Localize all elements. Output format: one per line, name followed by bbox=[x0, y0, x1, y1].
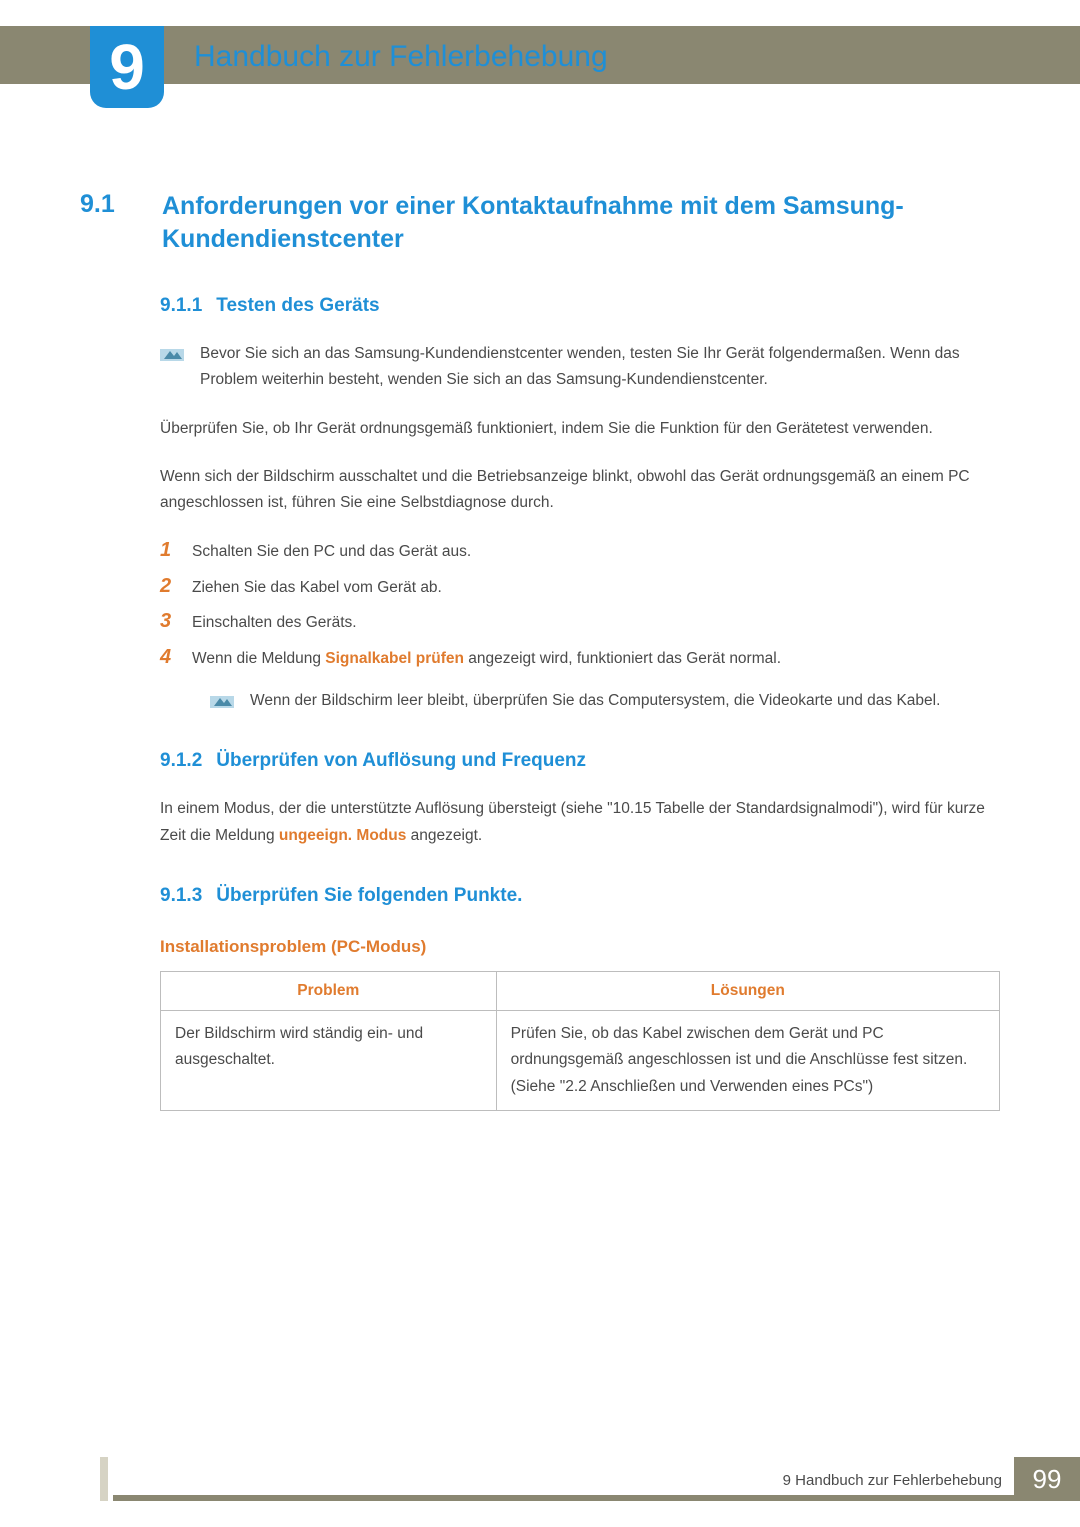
page-number: 99 bbox=[1014, 1457, 1080, 1501]
page-footer: 9 Handbuch zur Fehlerbehebung 99 bbox=[0, 1457, 1080, 1501]
subsection-number: 9.1.3 bbox=[160, 885, 202, 907]
subsection-heading: 9.1.3 Überprüfen Sie folgenden Punkte. bbox=[160, 885, 1000, 907]
chapter-title: Handbuch zur Fehlerbehebung bbox=[194, 40, 608, 74]
body-paragraph: Überprüfen Sie, ob Ihr Gerät ordnungsgem… bbox=[160, 416, 1000, 442]
note-text: Bevor Sie sich an das Samsung-Kundendien… bbox=[200, 341, 1000, 394]
topic-label: Installationsproblem (PC-Modus) bbox=[160, 937, 1000, 957]
highlighted-term: ungeeign. Modus bbox=[279, 827, 406, 844]
subsection-heading: 9.1.2 Überprüfen von Auflösung und Frequ… bbox=[160, 750, 1000, 772]
table-cell-solution: Prüfen Sie, ob das Kabel zwischen dem Ge… bbox=[496, 1010, 999, 1110]
note-block: Bevor Sie sich an das Samsung-Kundendien… bbox=[160, 341, 1000, 394]
step-number: 1 bbox=[160, 539, 176, 562]
subsection-title: Testen des Geräts bbox=[216, 295, 379, 317]
step-item: 4 Wenn die Meldung Signalkabel prüfen an… bbox=[160, 646, 1000, 672]
step-text-part: Wenn die Meldung bbox=[192, 650, 325, 667]
step-item: 2 Ziehen Sie das Kabel vom Gerät ab. bbox=[160, 575, 1000, 601]
table-header-row: Problem Lösungen bbox=[161, 971, 1000, 1010]
note-icon bbox=[210, 690, 234, 714]
step-text: Ziehen Sie das Kabel vom Gerät ab. bbox=[192, 576, 442, 601]
chapter-number: 9 bbox=[109, 35, 145, 99]
note-block: Wenn der Bildschirm leer bleibt, überprü… bbox=[210, 688, 1000, 714]
page-content: 9.1 Anforderungen vor einer Kontaktaufna… bbox=[80, 190, 1000, 1111]
table-row: Der Bildschirm wird ständig ein- und aus… bbox=[161, 1010, 1000, 1110]
section-number: 9.1 bbox=[80, 190, 140, 255]
problem-table: Problem Lösungen Der Bildschirm wird stä… bbox=[160, 971, 1000, 1111]
note-icon bbox=[160, 343, 184, 367]
table-header-solution: Lösungen bbox=[496, 971, 999, 1010]
step-text-part: angezeigt wird, funktioniert das Gerät n… bbox=[464, 650, 781, 667]
step-item: 1 Schalten Sie den PC und das Gerät aus. bbox=[160, 539, 1000, 565]
body-paragraph: Wenn sich der Bildschirm ausschaltet und… bbox=[160, 464, 1000, 517]
section-heading: 9.1 Anforderungen vor einer Kontaktaufna… bbox=[80, 190, 1000, 255]
step-list: 1 Schalten Sie den PC und das Gerät aus.… bbox=[160, 539, 1000, 672]
step-number: 3 bbox=[160, 610, 176, 633]
footer-text: 9 Handbuch zur Fehlerbehebung bbox=[783, 1472, 1002, 1489]
step-text: Schalten Sie den PC und das Gerät aus. bbox=[192, 540, 471, 565]
table-header-problem: Problem bbox=[161, 971, 497, 1010]
step-text: Wenn die Meldung Signalkabel prüfen ange… bbox=[192, 647, 781, 672]
step-number: 2 bbox=[160, 575, 176, 598]
section-title: Anforderungen vor einer Kontaktaufnahme … bbox=[162, 190, 1000, 255]
body-paragraph: In einem Modus, der die unterstützte Auf… bbox=[160, 796, 1000, 849]
footer-bar bbox=[113, 1495, 1080, 1501]
highlighted-term: Signalkabel prüfen bbox=[325, 650, 464, 667]
subsection-number: 9.1.1 bbox=[160, 295, 202, 317]
paragraph-part: angezeigt. bbox=[406, 827, 482, 844]
subsection-heading: 9.1.1 Testen des Geräts bbox=[160, 295, 1000, 317]
step-text: Einschalten des Geräts. bbox=[192, 611, 357, 636]
subsection-title: Überprüfen Sie folgenden Punkte. bbox=[216, 885, 522, 907]
subsection-title: Überprüfen von Auflösung und Frequenz bbox=[216, 750, 586, 772]
step-item: 3 Einschalten des Geräts. bbox=[160, 610, 1000, 636]
step-number: 4 bbox=[160, 646, 176, 669]
subsection-number: 9.1.2 bbox=[160, 750, 202, 772]
footer-accent bbox=[100, 1457, 108, 1501]
table-cell-problem: Der Bildschirm wird ständig ein- und aus… bbox=[161, 1010, 497, 1110]
chapter-number-badge: 9 bbox=[90, 26, 164, 108]
note-text: Wenn der Bildschirm leer bleibt, überprü… bbox=[250, 688, 940, 714]
